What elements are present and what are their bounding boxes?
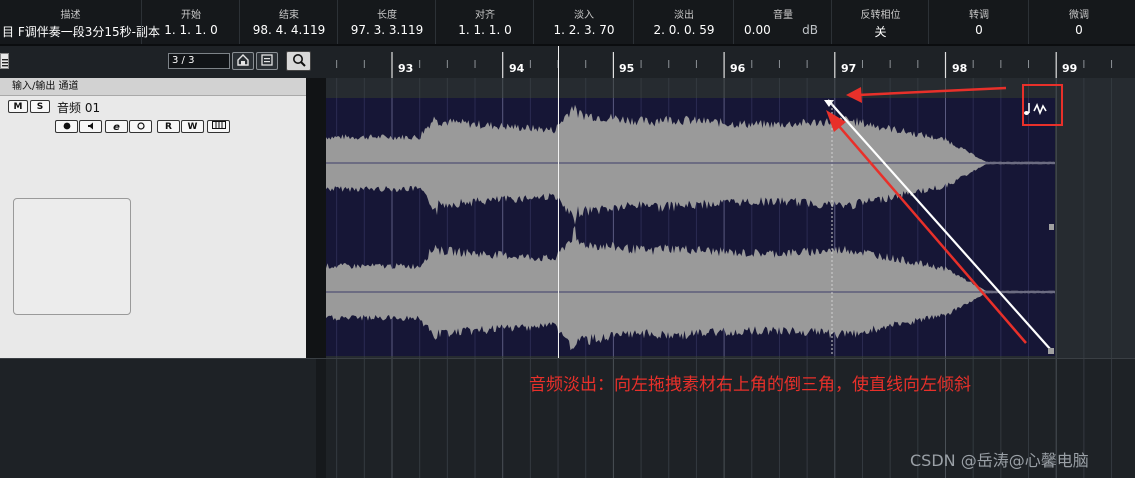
list-icon: [261, 54, 273, 66]
read-automation-button[interactable]: R: [157, 120, 180, 133]
info-col-end[interactable]: 结束 98. 4. 4.119: [239, 0, 338, 44]
ruler-bar-98: 98: [952, 62, 968, 75]
audio-event[interactable]: [326, 78, 1135, 358]
info-col-transpose[interactable]: 转调 0: [928, 0, 1029, 44]
info-col-snap[interactable]: 对齐 1. 1. 1. 0: [435, 0, 534, 44]
inspector-toolbar: 3 / 3: [0, 46, 320, 76]
info-head-start: 开始: [181, 10, 201, 21]
lanes-icon: [211, 121, 226, 129]
ruler-bar-94: 94: [509, 62, 525, 75]
info-val-end[interactable]: 98. 4. 4.119: [240, 23, 338, 37]
track-controls: M S 音频 01 e R W: [0, 96, 306, 358]
info-val-transpose[interactable]: 0: [929, 23, 1029, 37]
info-head-fade-out: 淡出: [674, 10, 694, 21]
audio-track-lane[interactable]: [326, 78, 1135, 358]
info-col-finetune[interactable]: 微调 0: [1028, 0, 1129, 44]
inspector-panel: 输入/输出 通道 M S 音频 01 e R W: [0, 78, 318, 358]
solo-button[interactable]: S: [30, 100, 50, 113]
annotation-arrow-top: [857, 86, 1007, 97]
mute-button[interactable]: M: [8, 100, 28, 113]
info-head-length: 长度: [377, 10, 397, 21]
info-col-length[interactable]: 长度 97. 3. 3.119: [337, 0, 436, 44]
csdn-watermark: CSDN @岳涛@心馨电脑: [910, 451, 1089, 470]
track-add-icon[interactable]: [0, 53, 9, 69]
info-col-description[interactable]: 描述 目 F调伴奏一段3分15秒-副本: [0, 0, 160, 44]
ruler-bar-99: 99: [1062, 62, 1078, 75]
info-val-finetune[interactable]: 0: [1029, 23, 1129, 37]
visibility-home-button[interactable]: [232, 52, 254, 70]
io-channel-title: 输入/输出 通道: [12, 81, 79, 92]
info-col-phase-invert[interactable]: 反转相位 关: [831, 0, 929, 44]
info-val-fade-in[interactable]: 1. 2. 3. 70: [534, 23, 634, 37]
info-col-fade-out[interactable]: 淡出 2. 0. 0. 59: [633, 0, 734, 44]
info-col-start[interactable]: 开始 1. 1. 1. 0: [141, 0, 240, 44]
ruler-bar-95: 95: [619, 62, 635, 75]
info-head-fade-in: 淡入: [574, 10, 594, 21]
ruler-bar-96: 96: [730, 62, 746, 75]
track-picture-slot[interactable]: [13, 198, 131, 315]
info-head-snap: 对齐: [475, 10, 495, 21]
event-end-handle[interactable]: [1048, 348, 1054, 354]
info-line: 描述 目 F调伴奏一段3分15秒-副本 开始 1. 1. 1. 0 结束 98.…: [0, 0, 1135, 46]
track-name[interactable]: 音频 01: [57, 99, 100, 116]
info-head-phase-invert: 反转相位: [860, 10, 901, 21]
tutorial-annotation: 音频淡出：向左拖拽素材右上角的倒三角，使直线向左倾斜: [529, 375, 971, 395]
track-counter: 3 / 3: [168, 53, 230, 69]
timeline-ruler[interactable]: 93 94 95 96 97 98 99: [326, 46, 1135, 79]
info-val-length[interactable]: 97. 3. 3.119: [338, 23, 436, 37]
info-val-snap[interactable]: 1. 1. 1. 0: [436, 23, 534, 37]
info-head-description: 描述: [60, 10, 81, 21]
io-channel-section[interactable]: 输入/输出 通道: [0, 78, 306, 96]
search-button[interactable]: [286, 51, 311, 71]
info-col-volume[interactable]: 音量 0.00 dB: [733, 0, 832, 44]
info-val-fade-out[interactable]: 2. 0. 0. 59: [634, 23, 734, 37]
volume-unit: dB: [802, 23, 818, 37]
home-icon: [237, 54, 249, 66]
info-head-transpose: 转调: [969, 10, 989, 21]
write-automation-button[interactable]: W: [181, 120, 204, 133]
speaker-icon: [87, 122, 93, 130]
info-val-description[interactable]: 目 F调伴奏一段3分15秒-副本: [0, 23, 160, 40]
info-head-end: 结束: [279, 10, 299, 21]
info-val-volume[interactable]: 0.00 dB: [734, 23, 832, 37]
record-icon: [63, 122, 70, 130]
edit-channel-button[interactable]: e: [105, 120, 128, 133]
info-val-phase-invert[interactable]: 关: [832, 23, 929, 40]
lanes-button[interactable]: [207, 120, 230, 133]
search-icon: [292, 54, 306, 67]
track-list-button[interactable]: [256, 52, 278, 70]
ruler-bar-97: 97: [841, 62, 857, 75]
timebase-button[interactable]: [129, 120, 152, 133]
divider-strip: [316, 359, 326, 478]
timebase-icon: [136, 122, 145, 130]
inspector-divider[interactable]: [306, 78, 326, 358]
info-val-start[interactable]: 1. 1. 1. 0: [142, 23, 240, 37]
volume-handle[interactable]: [1049, 224, 1054, 230]
ruler-bar-93: 93: [398, 62, 414, 75]
edit-channel-icon: e: [113, 122, 120, 133]
info-col-fade-in[interactable]: 淡入 1. 2. 3. 70: [533, 0, 634, 44]
monitor-button[interactable]: [79, 120, 102, 133]
info-head-finetune: 微调: [1069, 10, 1089, 21]
volume-value: 0.00: [744, 23, 771, 37]
record-enable-button[interactable]: [55, 120, 78, 133]
info-head-volume: 音量: [773, 10, 793, 21]
